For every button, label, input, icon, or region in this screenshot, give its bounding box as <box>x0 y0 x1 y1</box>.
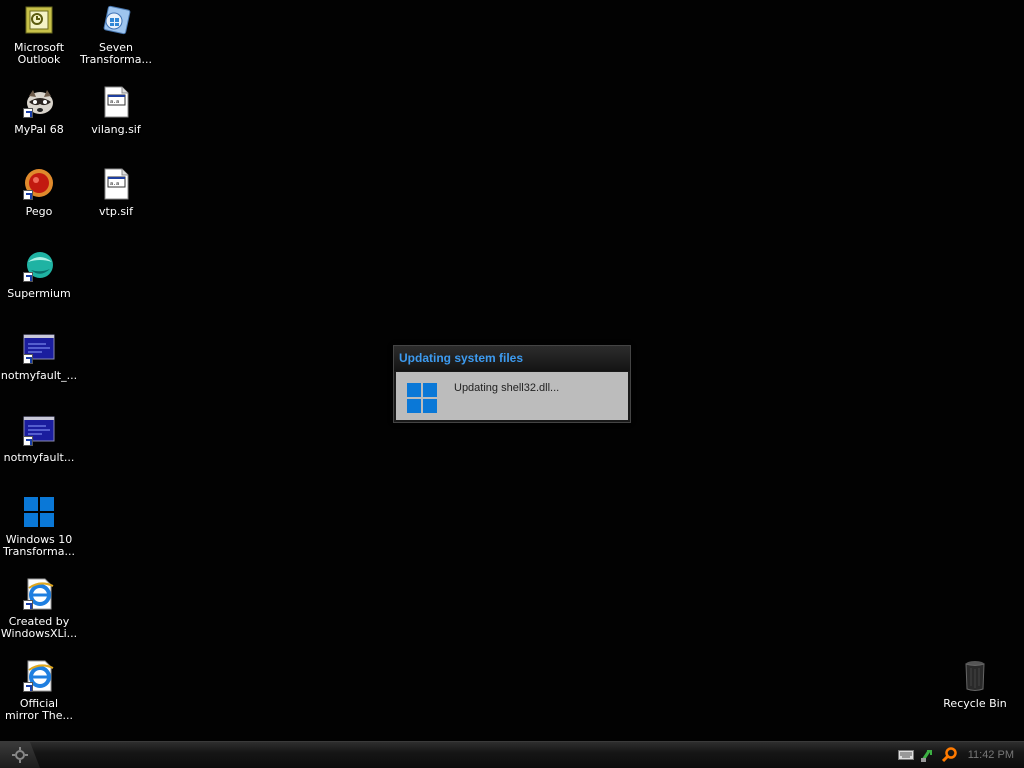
search-icon[interactable] <box>941 747 958 763</box>
desktop-icon-notmyfault-1[interactable]: notmyfault_... <box>0 332 79 382</box>
desktop-icon-pego[interactable]: Pego <box>0 168 79 218</box>
dialog-message: Updating shell32.dll... <box>454 382 560 394</box>
updating-system-files-dialog: Updating system files Updating shell32.d… <box>393 345 631 423</box>
sif-file-icon: a.a <box>100 168 132 200</box>
outlook-icon <box>23 4 55 36</box>
svg-text:a.a: a.a <box>110 99 119 105</box>
desktop-icon-vtp-sif[interactable]: a.a vtp.sif <box>76 168 156 218</box>
shortcut-arrow-icon <box>23 272 33 282</box>
desktop-icon-label: Created by WindowsXLi... <box>0 615 78 640</box>
pego-icon <box>23 168 55 200</box>
windows-logo-icon <box>407 383 437 413</box>
desktop-icon-label: notmyfault_... <box>0 369 78 382</box>
shortcut-arrow-icon <box>23 436 33 446</box>
start-button[interactable] <box>0 742 40 768</box>
desktop-icon-seven-transformation[interactable]: Seven Transforma... <box>76 4 156 66</box>
dialog-title: Updating system files <box>394 346 630 371</box>
desktop-icon-notmyfault-2[interactable]: notmyfault... <box>0 414 79 464</box>
desktop-icon-label: Official mirror The... <box>4 697 74 722</box>
desktop-icon-recycle-bin[interactable]: Recycle Bin <box>935 660 1015 710</box>
taskbar-clock[interactable]: 11:42 PM <box>968 749 1014 761</box>
shortcut-arrow-icon <box>23 190 33 200</box>
desktop-icon-label: vtp.sif <box>99 205 133 218</box>
svg-text:a.a: a.a <box>110 181 119 187</box>
desktop-icon-supermium[interactable]: Supermium <box>0 250 79 300</box>
taskbar: 11:42 PM <box>0 741 1024 768</box>
internet-explorer-icon <box>23 660 55 692</box>
notmyfault-icon <box>23 414 55 446</box>
desktop-icon-label: MyPal 68 <box>14 123 64 136</box>
desktop-icon-label: Seven Transforma... <box>80 41 152 66</box>
shortcut-arrow-icon <box>23 354 33 364</box>
internet-explorer-icon <box>23 578 55 610</box>
desktop-icon-vilang-sif[interactable]: a.a vilang.sif <box>76 86 156 136</box>
recycle-bin-icon <box>959 660 991 692</box>
keyboard-icon[interactable] <box>897 750 914 760</box>
desktop-icon-windows-10-transformation[interactable]: Windows 10 Transforma... <box>0 496 79 558</box>
dialog-body: Updating shell32.dll... <box>396 372 628 420</box>
desktop-icon-label: Recycle Bin <box>943 697 1007 710</box>
mypal-icon <box>23 86 55 118</box>
desktop-icon-label: notmyfault... <box>3 451 75 464</box>
desktop-icon-label: Supermium <box>7 287 71 300</box>
desktop-icon-label: vilang.sif <box>91 123 141 136</box>
shortcut-arrow-icon <box>23 108 33 118</box>
shortcut-arrow-icon <box>23 600 33 610</box>
start-orb-icon <box>12 747 28 763</box>
desktop-icon-official-mirror[interactable]: Official mirror The... <box>0 660 79 722</box>
desktop-icon-microsoft-outlook[interactable]: Microsoft Outlook <box>0 4 79 66</box>
seven-transformation-icon <box>100 4 132 36</box>
desktop-icon-label: Microsoft Outlook <box>13 41 65 66</box>
sif-file-icon: a.a <box>100 86 132 118</box>
desktop-icon-label: Pego <box>25 205 53 218</box>
windows-logo-icon <box>23 496 55 528</box>
desktop-icon-mypal[interactable]: MyPal 68 <box>0 86 79 136</box>
notmyfault-icon <box>23 332 55 364</box>
network-icon[interactable] <box>920 747 936 763</box>
shortcut-arrow-icon <box>23 682 33 692</box>
desktop-icon-created-by-windowsxlite[interactable]: Created by WindowsXLi... <box>0 578 79 640</box>
desktop-icon-label: Windows 10 Transforma... <box>3 533 75 558</box>
supermium-icon <box>23 250 55 282</box>
system-tray: 11:42 PM <box>897 746 1014 764</box>
